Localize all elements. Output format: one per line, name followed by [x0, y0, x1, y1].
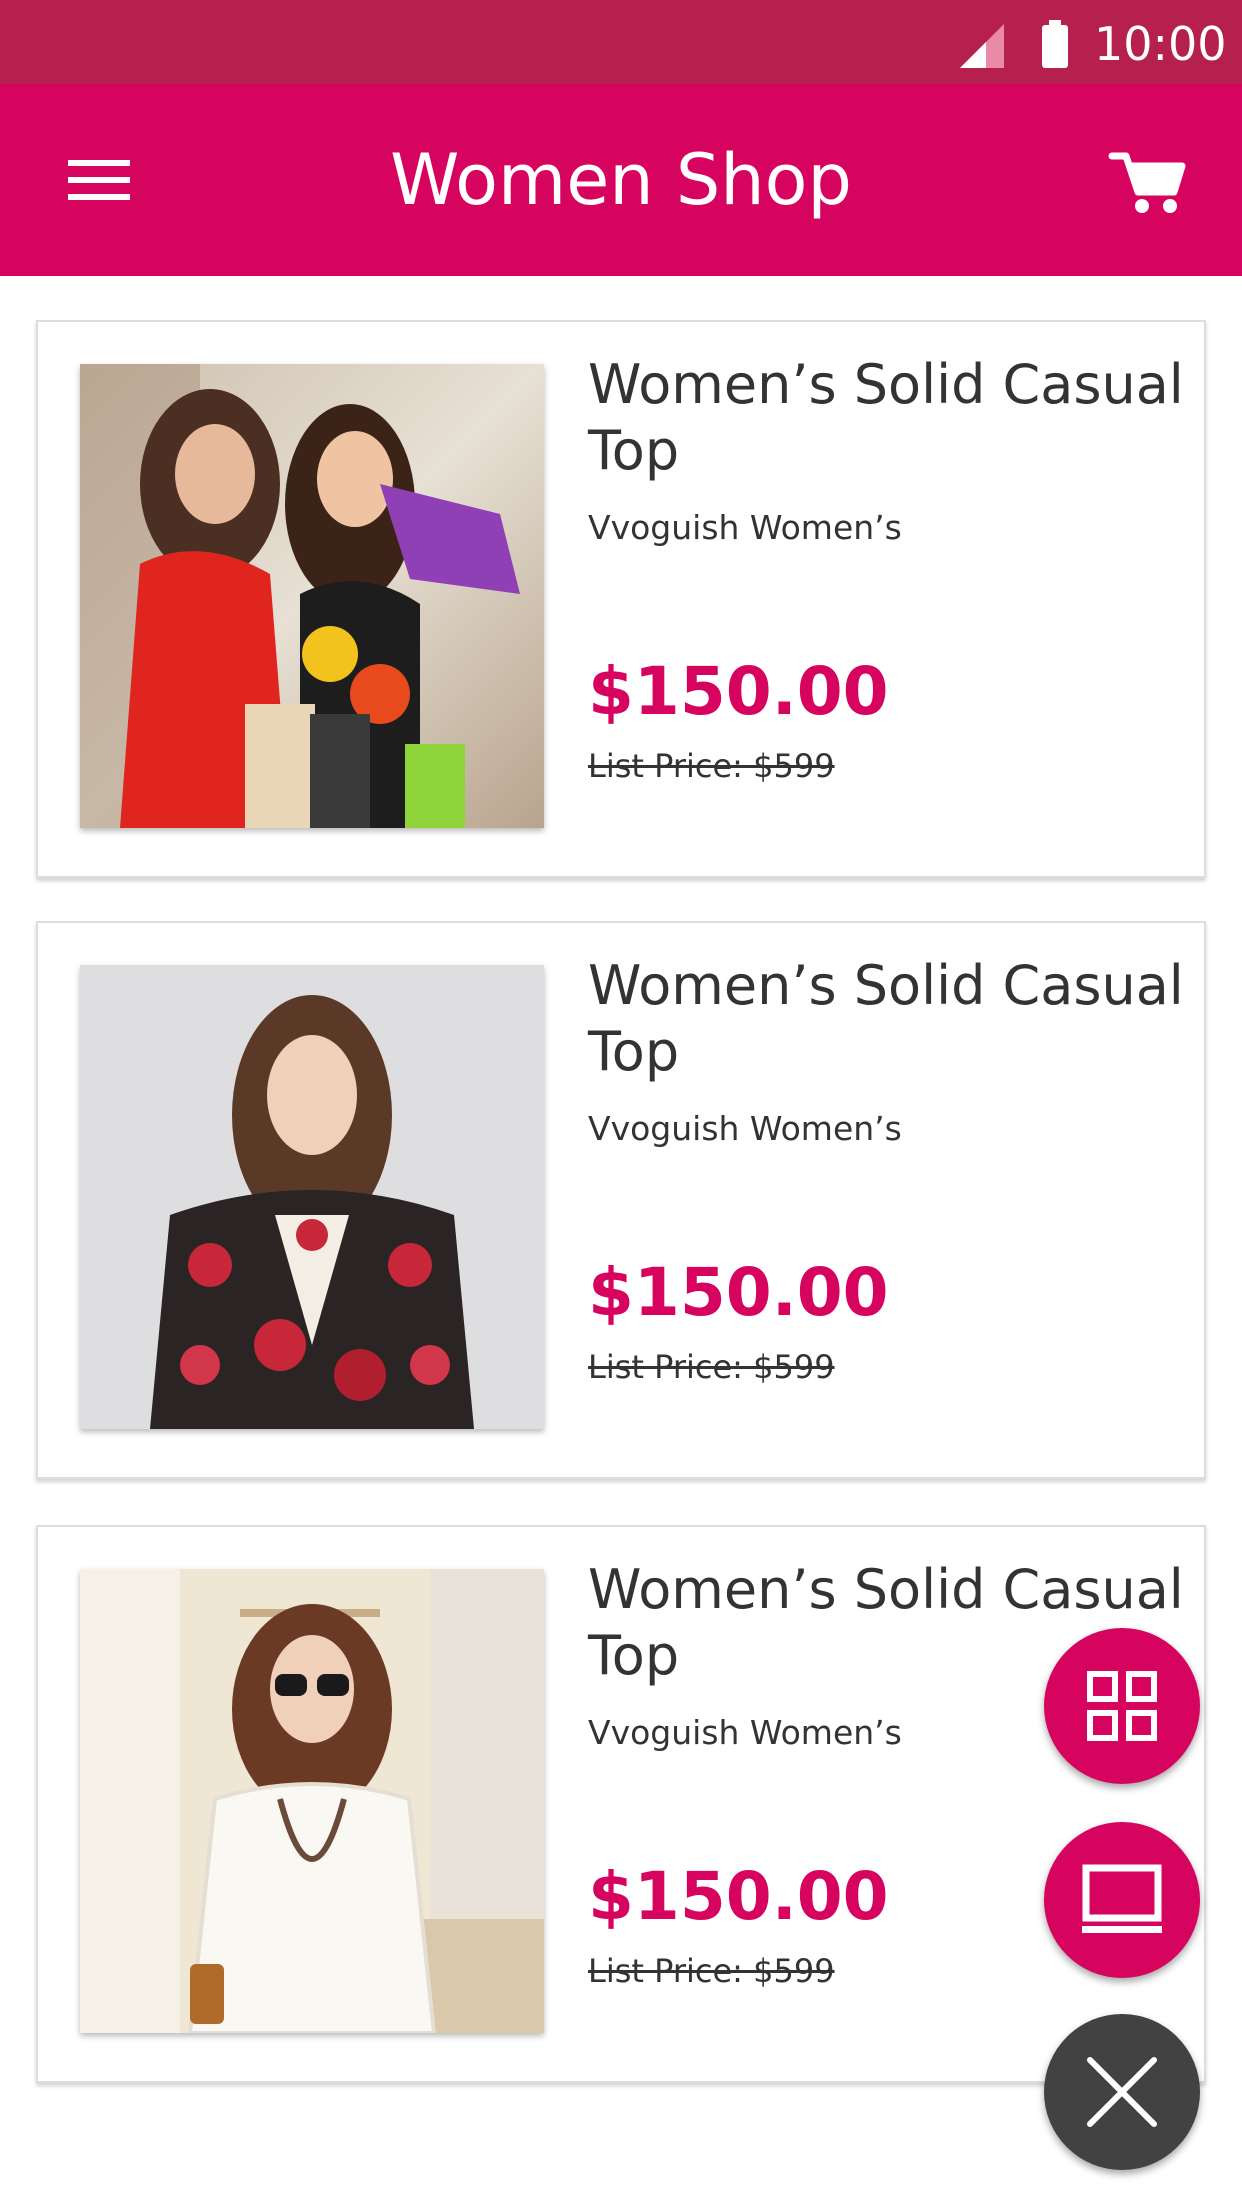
- grid-view-icon: [1087, 1671, 1157, 1741]
- app-bar: Women Shop: [0, 84, 1242, 276]
- product-card[interactable]: Women’s Solid Casual Top Vvoguish Women’…: [36, 1525, 1206, 2083]
- product-brand: Vvoguish Women’s: [588, 1109, 902, 1148]
- product-list-price: List Price: $599: [588, 1952, 835, 1990]
- page-title: Women Shop: [390, 139, 852, 221]
- product-title[interactable]: Women’s Solid Casual Top: [588, 953, 1188, 1085]
- close-icon: [1087, 2057, 1157, 2127]
- status-time: 10:00: [1094, 17, 1227, 71]
- product-price: $150.00: [588, 653, 889, 730]
- status-bar: 10:00: [0, 0, 1242, 84]
- product-price: $150.00: [588, 1254, 889, 1331]
- laptop-view-icon: [1082, 1864, 1162, 1933]
- product-image[interactable]: [80, 965, 544, 1429]
- signal-icon: [960, 24, 1004, 68]
- product-card[interactable]: Women’s Solid Casual Top Vvoguish Women’…: [36, 320, 1206, 878]
- product-title[interactable]: Women’s Solid Casual Top: [588, 352, 1188, 484]
- laptop-view-button[interactable]: [1044, 1822, 1200, 1978]
- battery-icon: [1042, 20, 1068, 68]
- product-price: $150.00: [588, 1858, 889, 1935]
- cart-icon[interactable]: [1108, 142, 1188, 222]
- product-card[interactable]: Women’s Solid Casual Top Vvoguish Women’…: [36, 921, 1206, 1479]
- product-list-price: List Price: $599: [588, 1348, 835, 1386]
- product-image[interactable]: [80, 364, 544, 828]
- close-button[interactable]: [1044, 2014, 1200, 2170]
- product-list-price: List Price: $599: [588, 747, 835, 785]
- product-brand: Vvoguish Women’s: [588, 508, 902, 547]
- product-image[interactable]: [80, 1569, 544, 2033]
- grid-view-button[interactable]: [1044, 1628, 1200, 1784]
